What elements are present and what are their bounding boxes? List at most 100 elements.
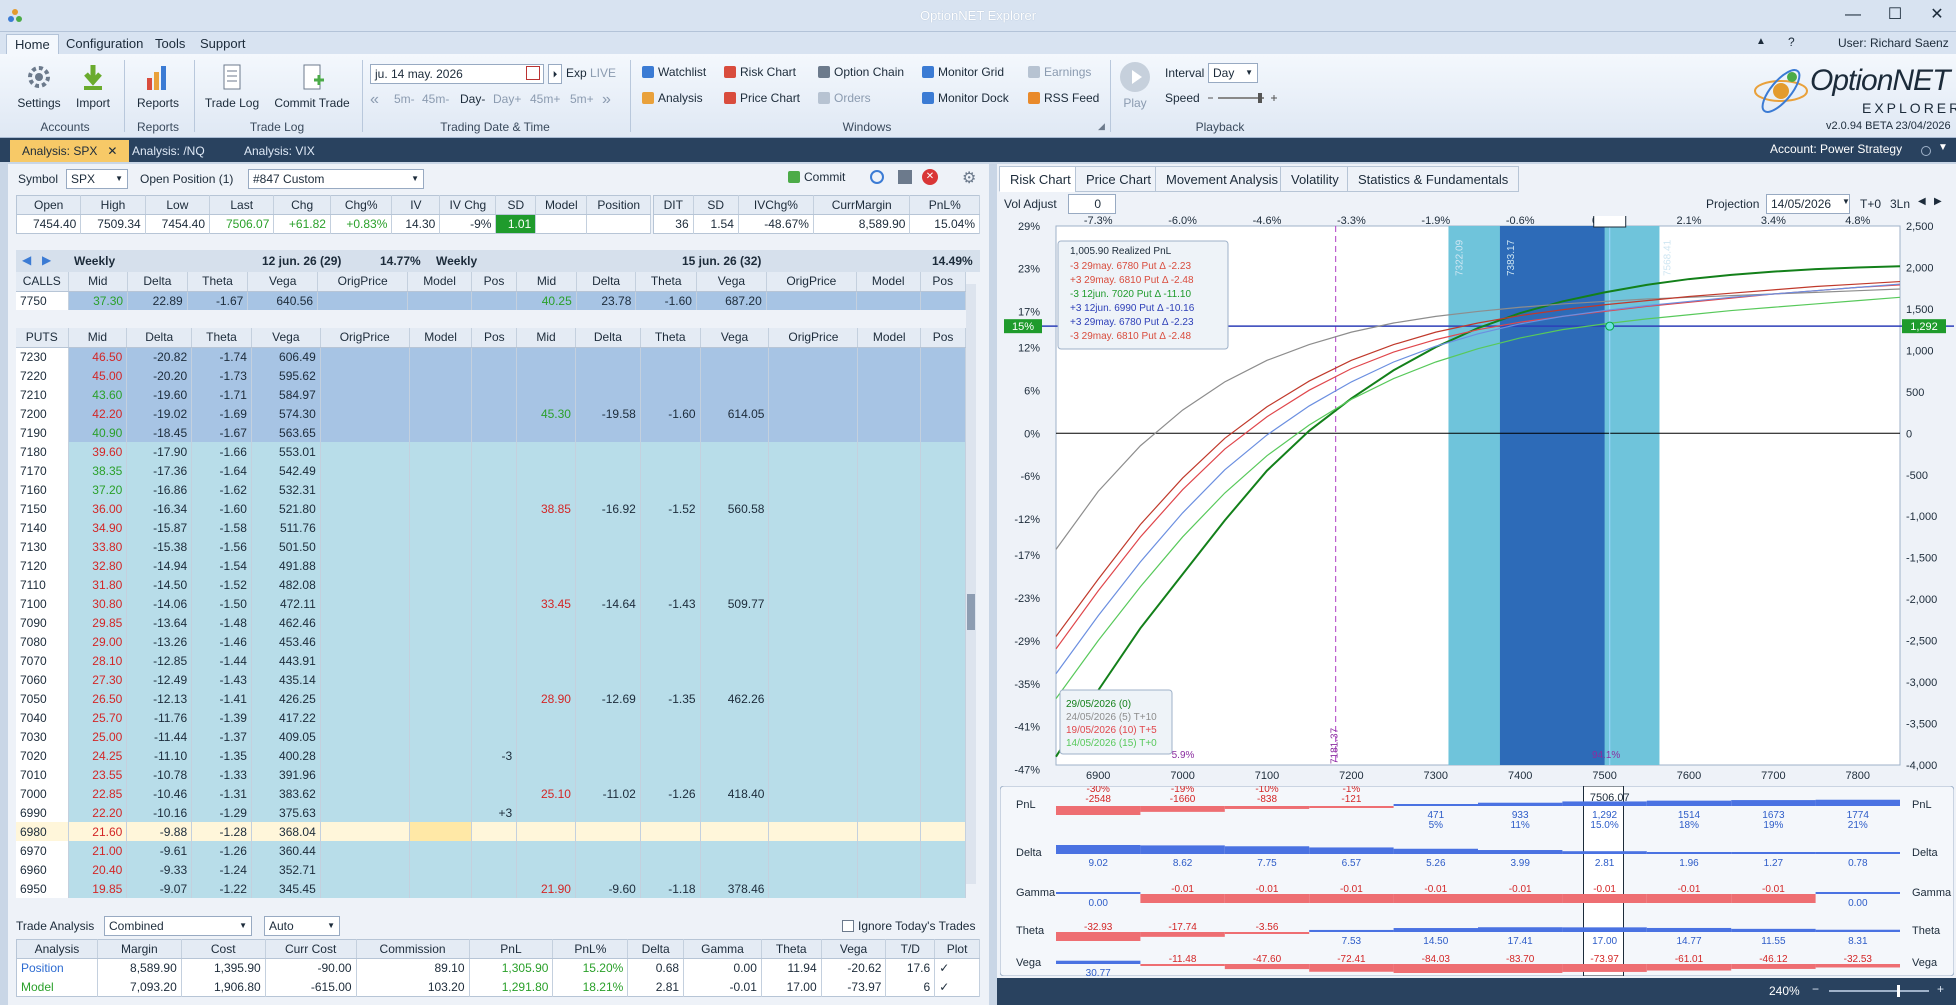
- pos-cell[interactable]: [920, 860, 966, 879]
- step-back-icon[interactable]: «: [370, 91, 379, 109]
- origprice-cell[interactable]: [768, 784, 859, 803]
- chain-cell[interactable]: [700, 670, 770, 689]
- chain-cell[interactable]: 23.55: [68, 765, 128, 784]
- delete-icon[interactable]: ✕: [922, 169, 938, 185]
- strike-cell[interactable]: 7070: [16, 651, 69, 670]
- origprice-cell[interactable]: [768, 404, 859, 423]
- chain-cell[interactable]: 375.63: [251, 803, 321, 822]
- chain-cell[interactable]: -20.20: [126, 366, 193, 385]
- model-cell[interactable]: [409, 461, 473, 480]
- pos-cell[interactable]: [471, 594, 518, 613]
- chain-row[interactable]: 7020 24.25 -11.10 -1.35 400.28 -3: [16, 746, 966, 765]
- origprice-cell[interactable]: [768, 347, 859, 366]
- step-5m-back[interactable]: 5m-: [394, 92, 415, 106]
- analysis-button[interactable]: Analysis: [642, 91, 703, 105]
- chain-row[interactable]: 7140 34.90 -15.87 -1.58 511.76: [16, 518, 966, 537]
- model-cell[interactable]: [857, 347, 922, 366]
- origprice-cell[interactable]: [320, 499, 410, 518]
- strike-cell[interactable]: 7220: [16, 366, 69, 385]
- pos-cell[interactable]: [471, 689, 518, 708]
- reports-button[interactable]: Reports: [130, 62, 186, 110]
- chain-cell[interactable]: 28.90: [516, 689, 576, 708]
- chain-cell[interactable]: 426.25: [251, 689, 321, 708]
- chain-row[interactable]: 7200 42.20 -19.02 -1.69 574.30 45.30 -19.58 -1.…: [16, 404, 966, 423]
- plot-checkbox[interactable]: ✓: [934, 958, 980, 978]
- chain-row[interactable]: 6960 20.40 -9.33 -1.24 352.71: [16, 860, 966, 879]
- chain-row[interactable]: 7090 29.85 -13.64 -1.48 462.46: [16, 613, 966, 632]
- origprice-cell[interactable]: [766, 291, 857, 310]
- origprice-cell[interactable]: [320, 613, 410, 632]
- chain-row[interactable]: 7160 37.20 -16.86 -1.62 532.31: [16, 480, 966, 499]
- chain-cell[interactable]: -20.82: [126, 347, 193, 366]
- model-cell[interactable]: [409, 689, 473, 708]
- chain-cell[interactable]: [700, 347, 770, 366]
- pos-cell[interactable]: [920, 518, 966, 537]
- origprice-cell[interactable]: [768, 708, 859, 727]
- chain-cell[interactable]: 409.05: [251, 727, 321, 746]
- chain-cell[interactable]: -1.50: [191, 594, 252, 613]
- chain-cell[interactable]: [516, 461, 576, 480]
- chain-cell[interactable]: [516, 651, 576, 670]
- pos-cell[interactable]: [471, 784, 518, 803]
- model-cell[interactable]: [857, 784, 922, 803]
- pos-cell[interactable]: [920, 499, 966, 518]
- chain-cell[interactable]: -1.60: [191, 499, 252, 518]
- expiry-step-icon[interactable]: ⏵: [548, 64, 562, 84]
- chain-cell[interactable]: 28.10: [68, 651, 128, 670]
- chain-cell[interactable]: 34.90: [68, 518, 128, 537]
- model-cell[interactable]: [409, 594, 473, 613]
- chain-cell[interactable]: -1.62: [191, 480, 252, 499]
- chain-cell[interactable]: [575, 822, 641, 841]
- pos-cell[interactable]: [920, 537, 966, 556]
- chain-cell[interactable]: -1.71: [191, 385, 252, 404]
- origprice-cell[interactable]: [768, 632, 859, 651]
- origprice-cell[interactable]: [768, 537, 859, 556]
- chain-cell[interactable]: [700, 651, 770, 670]
- chain-cell[interactable]: -10.16: [126, 803, 193, 822]
- chain-cell[interactable]: [700, 727, 770, 746]
- strike-cell[interactable]: 7080: [16, 632, 69, 651]
- origprice-cell[interactable]: [320, 746, 410, 765]
- chain-cell[interactable]: [575, 575, 641, 594]
- chain-cell[interactable]: -13.26: [126, 632, 193, 651]
- chain-row[interactable]: 7000 22.85 -10.46 -1.31 383.62 25.10 -11.02 -1.…: [16, 784, 966, 803]
- chain-cell[interactable]: -1.54: [191, 556, 252, 575]
- chain-cell[interactable]: [640, 366, 701, 385]
- chain-cell[interactable]: 352.71: [251, 860, 321, 879]
- chain-cell[interactable]: 563.65: [251, 423, 321, 442]
- pos-cell[interactable]: [471, 727, 518, 746]
- chain-cell[interactable]: [516, 746, 576, 765]
- pos-cell[interactable]: [471, 385, 518, 404]
- chain-cell[interactable]: -17.36: [126, 461, 193, 480]
- strike-cell[interactable]: 7140: [16, 518, 69, 537]
- chain-cell[interactable]: 39.60: [68, 442, 128, 461]
- chain-cell[interactable]: -1.46: [191, 632, 252, 651]
- origprice-cell[interactable]: [768, 651, 859, 670]
- model-cell[interactable]: [409, 347, 473, 366]
- chain-cell[interactable]: 31.80: [68, 575, 128, 594]
- chain-row[interactable]: 7180 39.60 -17.90 -1.66 553.01: [16, 442, 966, 461]
- model-cell[interactable]: [857, 575, 922, 594]
- chain-cell[interactable]: [575, 442, 641, 461]
- chain-cell[interactable]: [640, 423, 701, 442]
- strike-cell[interactable]: 7130: [16, 537, 69, 556]
- chain-cell[interactable]: -1.52: [640, 499, 701, 518]
- origprice-cell[interactable]: [320, 461, 410, 480]
- chain-cell[interactable]: [575, 860, 641, 879]
- origprice-cell[interactable]: [768, 385, 859, 404]
- search-icon[interactable]: [870, 170, 884, 184]
- chevron-down-icon[interactable]: ▼: [1842, 197, 1850, 206]
- chain-cell[interactable]: [640, 385, 701, 404]
- chain-row[interactable]: 6990 22.20 -10.16 -1.29 375.63 +3: [16, 803, 966, 822]
- chain-row[interactable]: 6950 19.85 -9.07 -1.22 345.45 21.90 -9.60 -1.18…: [16, 879, 966, 898]
- chain-cell[interactable]: 19.85: [68, 879, 128, 898]
- chain-cell[interactable]: 22.89: [127, 291, 188, 310]
- chain-cell[interactable]: 360.44: [251, 841, 321, 860]
- origprice-cell[interactable]: [320, 347, 410, 366]
- collapse-ribbon-icon[interactable]: ▲: [1756, 36, 1766, 47]
- chain-cell[interactable]: 37.20: [68, 480, 128, 499]
- origprice-cell[interactable]: [320, 879, 410, 898]
- chain-cell[interactable]: [700, 708, 770, 727]
- chain-cell[interactable]: [516, 613, 576, 632]
- model-cell[interactable]: [409, 651, 473, 670]
